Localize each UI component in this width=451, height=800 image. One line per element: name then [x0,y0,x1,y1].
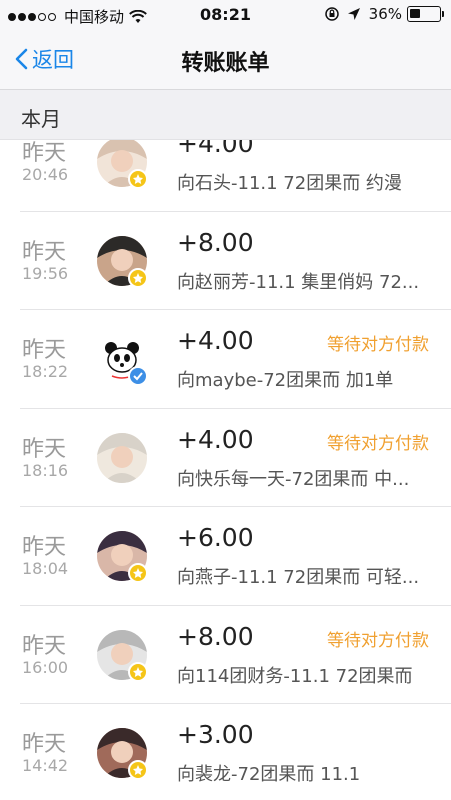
transaction-amount: +4.00 [177,424,254,454]
status-right: 36% [324,5,444,23]
navigation-bar: 返回 转账账单 [0,30,451,90]
transaction-time: 16:00 [22,657,69,677]
location-arrow-icon [347,8,360,20]
transaction-amount: +3.00 [177,720,254,749]
section-title: 本月 [21,107,61,131]
transaction-time: 18:16 [22,460,69,480]
transaction-time: 18:22 [22,362,69,381]
star-badge-icon [128,563,148,583]
star-badge-icon [128,169,148,189]
transaction-row[interactable]: 昨天 18:16 +4.00 等待对方付款向快乐每一天-72团果而 中... [0,409,451,508]
transaction-row[interactable]: 昨天 19:56 +8.00 向赵丽芳-11.1 集里俏妈 72... [0,212,451,311]
transaction-time: 18:04 [22,559,69,578]
battery-fill [410,9,420,18]
transaction-row[interactable]: 昨天 18:22 +4.00 等待对方付款向maybe-72团果而 加1单 [0,310,451,409]
transaction-date: 昨天 [22,338,67,363]
pending-status-label: 等待对方付款 [327,630,429,651]
battery-icon [407,6,444,22]
rotation-lock-icon [324,7,339,21]
transaction-time: 19:56 [22,263,69,283]
battery-percent: 36% [368,5,402,23]
transaction-amount: +8.00 [177,227,254,257]
transaction-description: 向快乐每一天-72团果而 中... [177,468,410,490]
transaction-date: 昨天 [22,535,67,560]
transaction-date: 昨天 [22,141,67,166]
transaction-description: 向燕子-11.1 72团果而 可轻... [177,567,420,588]
transaction-date: 昨天 [22,732,67,757]
transaction-time: 14:42 [22,756,69,775]
back-label: 返回 [32,48,74,72]
transaction-date: 昨天 [22,633,67,659]
transaction-description: 向maybe-72团果而 加1单 [177,370,394,391]
transaction-amount: +4.00 [177,326,254,355]
transaction-time: 20:46 [22,165,69,184]
transaction-list-content: 昨天 20:46 +4.00 向石头-11.1 72团果而 约漫 昨天 19:56 +8.0… [0,140,451,800]
transaction-description: 向赵丽芳-11.1 集里俏妈 72... [177,271,420,293]
pending-status-label: 等待对方付款 [327,335,429,355]
transaction-date: 昨天 [22,239,67,265]
star-badge-icon [128,760,148,780]
transaction-row[interactable]: 昨天 18:04 +6.00 向燕子-11.1 72团果而 可轻... [0,507,451,606]
star-badge-icon [128,267,148,288]
section-header-month: 本月 [0,90,451,140]
transaction-description: 向114团财务-11.1 72团果而 [177,665,413,687]
back-button[interactable]: 返回 [14,44,74,74]
transaction-row[interactable]: 昨天 16:00 +8.00 等待对方付款向114团财务-11.1 72团果而 [0,606,451,705]
transaction-amount: +6.00 [177,523,254,552]
pending-status-label: 等待对方付款 [327,433,429,454]
chevron-left-icon [15,48,28,70]
star-badge-icon [128,661,148,682]
transaction-amount: +4.00 [177,140,254,158]
transaction-description: 向石头-11.1 72团果而 约漫 [177,173,402,194]
transaction-row[interactable]: 昨天 14:42 +3.00 向裴龙-72团果而 11.1 [0,704,451,800]
transaction-list[interactable]: 昨天 20:46 +4.00 向石头-11.1 72团果而 约漫 昨天 19:56 +8.0… [0,140,451,800]
transaction-row[interactable]: 昨天 20:46 +4.00 向石头-11.1 72团果而 约漫 [0,140,451,212]
transaction-description: 向裴龙-72团果而 11.1 [177,764,361,785]
status-bar: 中国移动 08:21 36% [0,0,451,30]
transaction-date: 昨天 [22,436,67,462]
baby-avatar-icon[interactable] [97,432,147,483]
verified-badge-icon [128,366,148,386]
transaction-amount: +8.00 [177,621,254,651]
